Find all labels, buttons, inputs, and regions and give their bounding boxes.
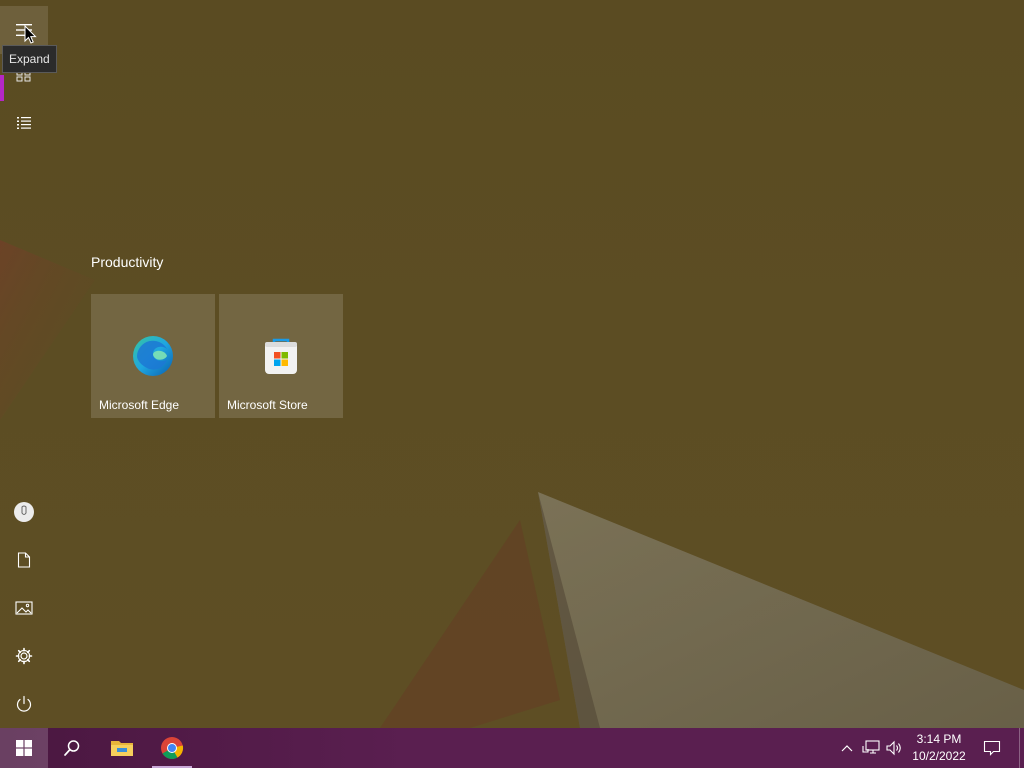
power-button[interactable] <box>0 680 48 728</box>
network-button[interactable] <box>860 728 882 768</box>
tile-group-title: Productivity <box>91 254 164 270</box>
settings-button[interactable] <box>0 632 48 680</box>
network-icon <box>862 740 880 754</box>
document-icon <box>17 552 31 568</box>
action-center-button[interactable] <box>978 728 1006 768</box>
speaker-icon <box>886 740 901 756</box>
pictures-icon <box>15 601 33 615</box>
gear-icon <box>15 647 33 665</box>
all-apps-button[interactable] <box>0 99 48 147</box>
tile-label: Microsoft Edge <box>99 398 180 412</box>
documents-button[interactable] <box>0 536 48 584</box>
account-button[interactable] <box>0 488 48 536</box>
edge-icon <box>133 336 173 376</box>
start-menu-rail: Expand <box>0 0 57 728</box>
file-explorer-button[interactable] <box>98 728 146 768</box>
tile-microsoft-edge[interactable]: Microsoft Edge <box>91 294 215 418</box>
notification-icon <box>983 740 1001 756</box>
search-icon <box>64 740 80 756</box>
show-hidden-icons-button[interactable] <box>836 728 858 768</box>
mouse-cursor-icon <box>24 25 37 44</box>
chevron-up-icon <box>841 745 853 752</box>
tile-label: Microsoft Store <box>227 398 308 412</box>
volume-button[interactable] <box>883 728 905 768</box>
user-avatar-icon <box>14 502 34 522</box>
tile-microsoft-store[interactable]: Microsoft Store <box>219 294 343 418</box>
list-icon <box>17 117 31 129</box>
clock-time: 3:14 PM <box>916 732 962 746</box>
pictures-button[interactable] <box>0 584 48 632</box>
file-explorer-icon <box>111 741 133 756</box>
show-desktop-button[interactable] <box>1019 728 1024 768</box>
power-icon <box>16 695 32 712</box>
taskbar: 3:14 PM 10/2/2022 <box>0 728 1024 768</box>
expand-tooltip: Expand <box>2 45 57 73</box>
start-icon <box>16 740 32 756</box>
store-icon <box>265 338 297 374</box>
clock-date: 10/2/2022 <box>912 749 966 763</box>
start-button[interactable] <box>0 728 48 768</box>
search-button[interactable] <box>48 728 96 768</box>
chrome-taskbar-button[interactable] <box>148 728 196 768</box>
taskbar-clock[interactable]: 3:14 PM 10/2/2022 <box>906 728 972 768</box>
chrome-icon <box>161 737 184 759</box>
